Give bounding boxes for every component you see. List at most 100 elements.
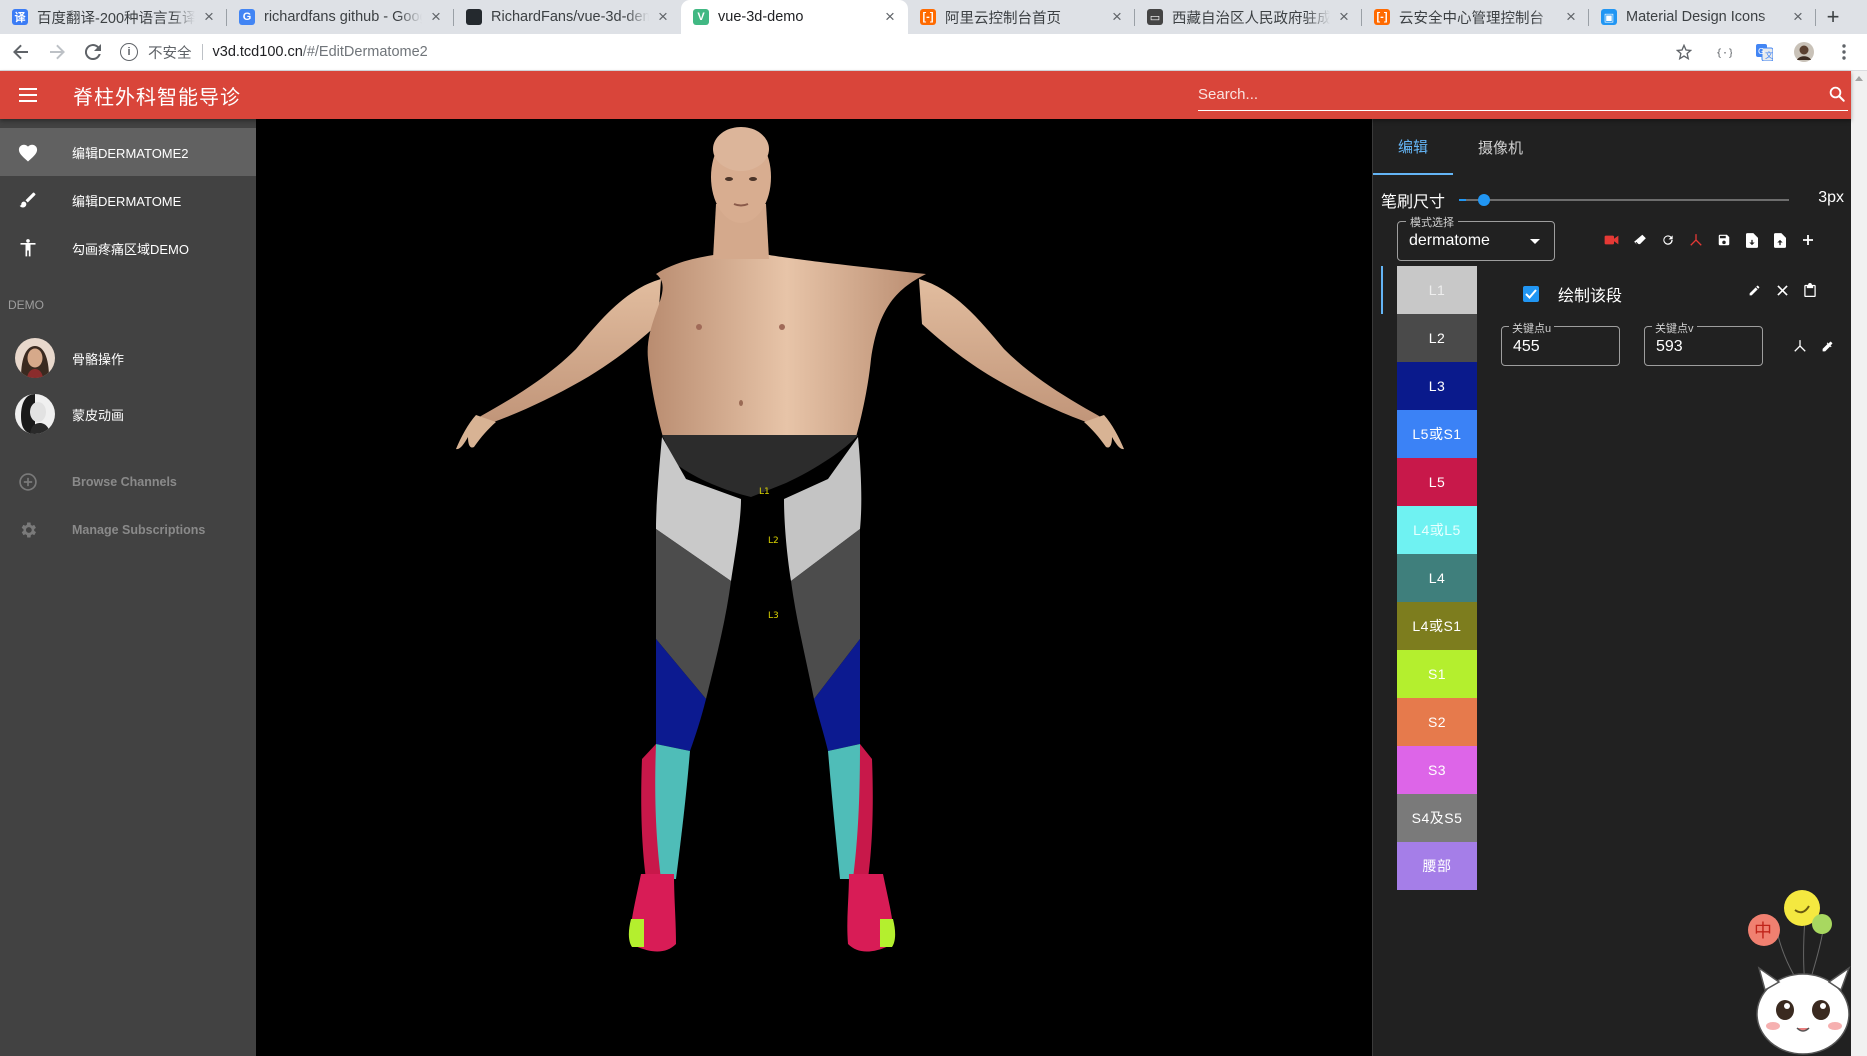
favicon-icon: ▭	[1147, 9, 1163, 25]
file-upload-icon[interactable]	[1771, 229, 1788, 251]
eraser-icon[interactable]	[1631, 229, 1648, 251]
nav-item-label: 勾画疼痛区域DEMO	[72, 241, 190, 257]
search-icon[interactable]	[1828, 85, 1846, 103]
mode-select-label: 模式选择	[1406, 214, 1458, 230]
clipboard-icon[interactable]	[1803, 279, 1817, 301]
nav-item-bone-operation[interactable]: 骨骼操作	[0, 330, 256, 386]
file-download-icon[interactable]	[1743, 229, 1760, 251]
tab-title: 阿里云控制台首页	[945, 10, 1061, 27]
segment-item[interactable]: L4	[1397, 554, 1477, 602]
reload-icon[interactable]	[78, 37, 108, 67]
video-icon[interactable]	[1603, 229, 1620, 251]
forward-icon[interactable]	[42, 37, 72, 67]
segment-item[interactable]: S3	[1397, 746, 1477, 794]
checkbox-checked-icon[interactable]	[1523, 286, 1539, 302]
draw-segment-checkbox[interactable]: 绘制该段	[1523, 282, 1622, 306]
tab-separator	[1815, 9, 1816, 26]
pencil-icon[interactable]	[1747, 279, 1761, 301]
browser-tab[interactable]: [-] 云安全中心管理控制台 ×	[1362, 0, 1589, 34]
favicon-icon: [-]	[920, 9, 936, 25]
gear-icon	[17, 519, 39, 541]
ime-mascot-icon[interactable]: 中	[1745, 890, 1865, 1056]
refresh-icon[interactable]	[1659, 229, 1676, 251]
segment-item[interactable]: 腰部	[1397, 842, 1477, 890]
scroll-up-icon[interactable]	[1855, 76, 1863, 81]
back-icon[interactable]	[6, 37, 36, 67]
browser-tab[interactable]: Grichardfans github - Google ×	[227, 0, 454, 34]
slider-thumb[interactable]	[1477, 194, 1490, 206]
close-tab-icon[interactable]: ×	[201, 7, 217, 27]
tab-edit[interactable]: 编辑	[1373, 119, 1454, 175]
browser-tab[interactable]: ▣ Material Design Icons ×	[1589, 0, 1816, 34]
segment-item[interactable]: L5或S1	[1397, 410, 1477, 458]
close-icon[interactable]	[1775, 279, 1789, 301]
body-label-l2: L2	[768, 536, 779, 546]
drawer-subheader: DEMO	[8, 298, 44, 312]
segment-item[interactable]: S1	[1397, 650, 1477, 698]
browser-tab[interactable]: RichardFans/vue-3d-demo ×	[454, 0, 681, 34]
brush-size-slider[interactable]	[1459, 191, 1790, 209]
browser-tab[interactable]: ▭ 西藏自治区人民政府驻成都 ×	[1135, 0, 1362, 34]
new-tab-button[interactable]: +	[1816, 0, 1850, 34]
3d-viewport[interactable]: L1 L2 L3	[256, 119, 1372, 1056]
segment-item[interactable]: L3	[1397, 362, 1477, 410]
favicon-icon: ▣	[1601, 9, 1617, 25]
close-tab-icon[interactable]: ×	[428, 7, 444, 27]
segment-item[interactable]: L1	[1397, 266, 1477, 314]
browser-tab-strip: 译百度翻译-200种语言互译 × Grichardfans github - Goo…	[0, 0, 1867, 34]
nav-item-browse-channels[interactable]: Browse Channels	[0, 458, 256, 506]
close-tab-icon[interactable]: ×	[655, 7, 671, 27]
menu-icon[interactable]	[19, 88, 47, 102]
panel-tabs: 编辑 摄像机	[1373, 119, 1851, 175]
segment-item[interactable]: L5	[1397, 458, 1477, 506]
segment-item[interactable]: L2	[1397, 314, 1477, 362]
nav-item-pain-area-demo[interactable]: 勾画疼痛区域DEMO	[0, 224, 256, 272]
browser-tab[interactable]: Vvue-3d-demo ×	[681, 0, 908, 34]
segment-item[interactable]: L4或L5	[1397, 506, 1477, 554]
info-icon[interactable]: i	[120, 43, 138, 61]
add-circle-icon	[17, 471, 39, 493]
profile-avatar-icon[interactable]	[1789, 37, 1819, 67]
close-tab-icon[interactable]: ×	[1109, 7, 1125, 27]
mode-select[interactable]: 模式选择 dermatome	[1397, 214, 1555, 261]
human-icon	[17, 237, 39, 259]
nav-item-label: Manage Subscriptions	[72, 523, 206, 537]
keypoint-v-field[interactable]: 关键点v 593	[1644, 320, 1763, 366]
browser-tab[interactable]: 译百度翻译-200种语言互译 ×	[0, 0, 227, 34]
human-model[interactable]: L1 L2 L3	[256, 119, 1372, 1056]
close-tab-icon[interactable]: ×	[1336, 7, 1352, 27]
axis-icon[interactable]	[1687, 229, 1704, 251]
segment-item[interactable]: S2	[1397, 698, 1477, 746]
bookmark-star-icon[interactable]	[1669, 37, 1699, 67]
tab-camera[interactable]: 摄像机	[1453, 119, 1548, 175]
close-tab-icon[interactable]: ×	[882, 7, 898, 27]
nav-item-edit-dermatome[interactable]: 编辑DERMATOME	[0, 176, 256, 224]
browser-tab[interactable]: [-] 阿里云控制台首页 ×	[908, 0, 1135, 34]
body-label-l1: L1	[759, 487, 770, 497]
keypoint-u-field[interactable]: 关键点u 455	[1501, 320, 1620, 366]
close-tab-icon[interactable]: ×	[1563, 7, 1579, 27]
nav-item-label: Browse Channels	[72, 475, 177, 489]
svg-text:{·}: {·}	[1716, 48, 1732, 58]
translate-icon[interactable]: G文	[1749, 37, 1779, 67]
search-input[interactable]	[1198, 79, 1798, 109]
tab-title: 云安全中心管理控制台	[1399, 10, 1544, 27]
save-icon[interactable]	[1715, 229, 1732, 251]
tab-title: vue-3d-demo	[718, 9, 804, 25]
nav-item-manage-subscriptions[interactable]: Manage Subscriptions	[0, 506, 256, 554]
nav-item-edit-dermatome2[interactable]: 编辑DERMATOME2	[0, 128, 256, 176]
brush-icon	[17, 189, 39, 211]
address-bar[interactable]: i 不安全 v3d.tcd100.cn/#/EditDermatome2	[120, 37, 1669, 67]
extension-icon[interactable]: {·}	[1709, 37, 1739, 67]
segment-item[interactable]: L4或S1	[1397, 602, 1477, 650]
keypoint-actions	[1792, 337, 1835, 355]
app-title: 脊柱外科智能导诊	[73, 86, 241, 109]
segment-item[interactable]: S4及S5	[1397, 794, 1477, 842]
segment-actions	[1747, 279, 1817, 301]
plus-icon[interactable]	[1799, 229, 1816, 251]
nav-item-skin-animation[interactable]: 蒙皮动画	[0, 386, 256, 442]
axis-icon[interactable]	[1792, 337, 1807, 355]
browser-menu-icon[interactable]	[1829, 37, 1859, 67]
close-tab-icon[interactable]: ×	[1790, 7, 1806, 27]
eyedropper-icon[interactable]	[1820, 337, 1835, 355]
